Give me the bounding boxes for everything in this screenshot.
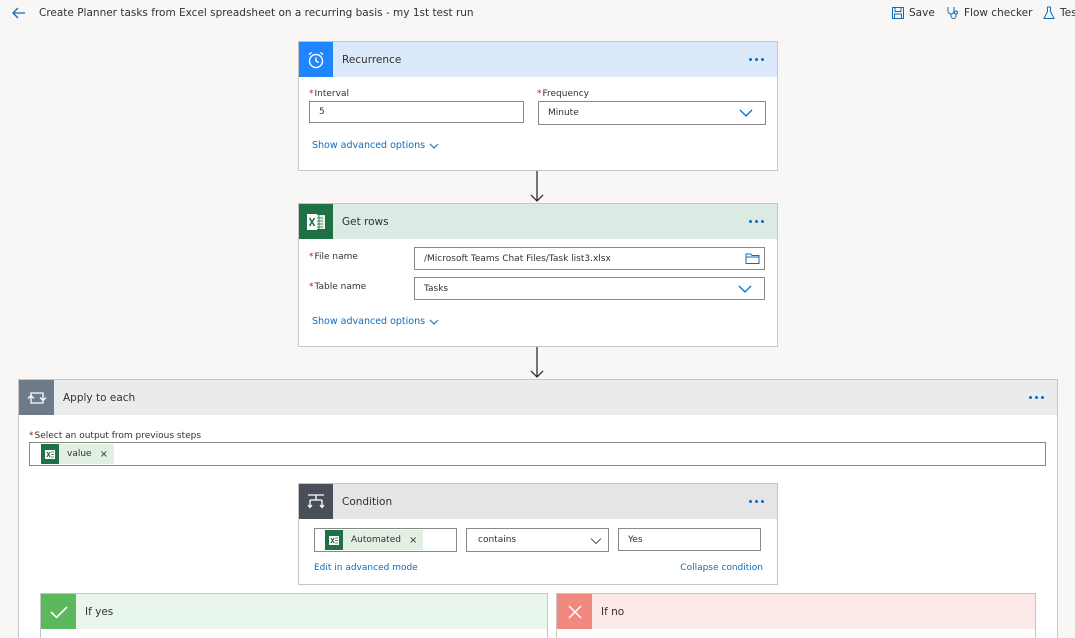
collapse-condition-link[interactable]: Collapse condition [680,563,763,573]
remove-token-icon[interactable]: × [409,535,417,546]
page-title: Create Planner tasks from Excel spreadsh… [39,7,474,19]
connector-arrow [530,171,544,202]
select-output-label: *Select an output from previous steps [29,431,202,441]
if-no-header[interactable]: If no [557,594,1035,629]
if-no-branch: If no [556,593,1036,638]
condition-card: Condition Automated × contains Yes Edit … [298,483,778,585]
if-no-title: If no [601,605,625,618]
save-icon [892,7,904,19]
recurrence-advanced-options-link[interactable]: Show advanced options [312,140,439,151]
chevron-down-icon [738,285,752,293]
chevron-down-icon [429,143,439,149]
get-rows-more-button[interactable] [741,212,771,232]
top-bar: Create Planner tasks from Excel spreadsh… [0,0,1075,28]
automated-token-label: Automated [351,535,401,545]
close-icon [557,594,592,629]
interval-label: *Interval [309,89,349,99]
get-rows-header[interactable]: Get rows [299,204,777,239]
operator-value: contains [478,535,517,545]
alarm-clock-icon [299,42,333,77]
flow-checker-label: Flow checker [964,7,1033,19]
edit-advanced-mode-link[interactable]: Edit in advanced mode [314,563,418,573]
flask-icon [1043,6,1055,19]
operator-select[interactable]: contains [466,528,609,552]
folder-icon[interactable] [745,252,760,265]
remove-token-icon[interactable]: × [100,449,108,460]
if-yes-header[interactable]: If yes [41,594,547,629]
excel-icon [299,204,333,239]
value-token[interactable]: value × [41,444,114,464]
condition-title: Condition [342,495,393,508]
condition-more-button[interactable] [741,492,771,512]
save-button[interactable]: Save [891,3,935,23]
stethoscope-icon [947,7,958,19]
condition-right-input[interactable]: Yes [618,528,761,551]
recurrence-card: Recurrence *Interval 5 *Frequency Minute… [298,41,778,171]
chevron-down-icon [590,538,602,545]
interval-input[interactable]: 5 [309,101,524,123]
if-yes-title: If yes [85,605,114,618]
connector-arrow [530,347,544,378]
file-name-label: *File name [309,252,358,262]
value-token-label: value [67,449,92,459]
table-name-label: *Table name [309,282,367,292]
loop-icon [19,380,54,415]
get-rows-card: Get rows *File name /Microsoft Teams Cha… [298,203,778,347]
back-arrow-icon[interactable] [10,4,28,22]
file-name-value: /Microsoft Teams Chat Files/Task list3.x… [424,253,611,264]
frequency-select[interactable]: Minute [538,101,766,125]
table-name-value: Tasks [424,283,449,294]
frequency-label: *Frequency [537,89,589,99]
interval-value: 5 [319,107,325,117]
recurrence-header[interactable]: Recurrence [299,42,777,77]
condition-icon [299,484,333,519]
condition-header[interactable]: Condition [299,484,777,519]
automated-token[interactable]: Automated × [325,530,424,550]
get-rows-title: Get rows [342,215,389,228]
frequency-value: Minute [548,108,579,118]
recurrence-title: Recurrence [342,53,402,66]
get-rows-advanced-options-link[interactable]: Show advanced options [312,316,439,327]
condition-right-value: Yes [628,534,643,545]
file-name-input[interactable]: /Microsoft Teams Chat Files/Task list3.x… [414,247,765,270]
if-yes-branch: If yes [40,593,548,638]
save-label: Save [909,7,935,19]
test-button[interactable]: Tes [1042,3,1075,23]
table-name-select[interactable]: Tasks [414,277,765,300]
chevron-down-icon [739,109,753,117]
recurrence-more-button[interactable] [741,50,771,70]
apply-to-each-header[interactable]: Apply to each [19,380,1057,415]
checkmark-icon [41,594,76,629]
test-label: Tes [1060,7,1075,19]
select-output-input[interactable] [29,442,1046,466]
apply-to-each-title: Apply to each [63,391,136,404]
apply-to-each-more-button[interactable] [1021,388,1051,408]
excel-icon [325,530,343,550]
chevron-down-icon [429,319,439,325]
flow-checker-button[interactable]: Flow checker [946,3,1032,23]
excel-icon [41,444,59,464]
